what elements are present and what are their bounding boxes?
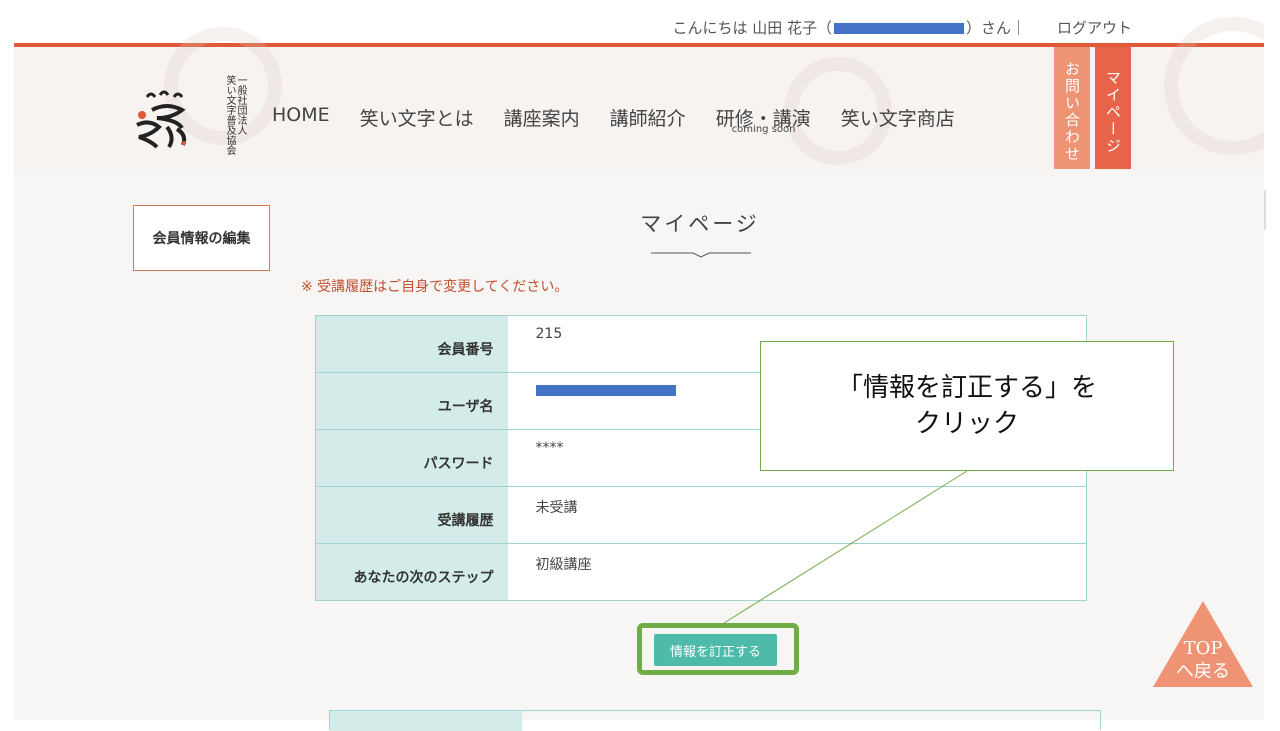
contact-tab[interactable]: お問い合わせ [1054, 47, 1090, 169]
edit-member-button[interactable]: 会員情報の編集 [133, 205, 270, 271]
edit-info-button[interactable]: 情報を訂正する [654, 634, 777, 666]
redacted-email [833, 23, 964, 34]
logo-text-line: 笑い文字普及協会 [224, 75, 235, 155]
title-underline-icon [651, 252, 751, 258]
secondary-table [329, 710, 1101, 731]
instruction-callout: 「情報を訂正する」を クリック [760, 341, 1174, 471]
row-value: 未受講 [507, 486, 1087, 544]
main-nav: HOME 笑い文字とは 講座案内 講師紹介 研修・講演 coming soon … [272, 104, 985, 135]
top-label-line: へ戻る [1176, 661, 1230, 682]
logout-link[interactable]: ログアウト [1057, 17, 1132, 38]
nav-instructors[interactable]: 講師紹介 [610, 104, 686, 131]
secondary-table-label [330, 711, 522, 731]
nav-courses[interactable]: 講座案内 [504, 104, 580, 131]
mypage-tab[interactable]: マイページ [1095, 47, 1131, 169]
back-to-top-label: TOP へ戻る [1153, 637, 1253, 683]
row-label: あなたの次のステップ [315, 543, 508, 601]
logo-text: 一般社団法人 笑い文字普及協会 [212, 75, 246, 155]
nav-about[interactable]: 笑い文字とは [360, 104, 474, 131]
callout-line: 「情報を訂正する」を [836, 373, 1097, 403]
greeting-suffix: ）さん｜ [965, 19, 1026, 37]
row-label: 会員番号 [315, 315, 508, 373]
logo-text-line: 一般社団法人 [235, 75, 246, 135]
top-label-line: TOP [1183, 638, 1223, 659]
row-value: 初級講座 [507, 543, 1087, 601]
site-logo[interactable]: 一般社団法人 笑い文字普及協会 [132, 75, 247, 165]
greeting: こんにちは 山田 花子（ ）さん｜ [672, 17, 1026, 38]
row-label: ユーザ名 [315, 372, 508, 430]
row-label: 受講履歴 [315, 486, 508, 544]
row-label: パスワード [315, 429, 508, 487]
scrollbar[interactable] [1264, 190, 1266, 230]
nav-training-sub: coming soon [731, 124, 796, 135]
nav-shop[interactable]: 笑い文字商店 [841, 104, 955, 131]
nav-training[interactable]: 研修・講演 coming soon [716, 104, 811, 135]
page-title: マイページ [640, 212, 760, 236]
table-row: あなたの次のステップ 初級講座 [315, 543, 1087, 601]
nav-home[interactable]: HOME [272, 104, 330, 131]
logo-mark-icon [136, 90, 187, 149]
table-row: 受講履歴 未受講 [315, 486, 1087, 544]
greeting-prefix: こんにちは 山田 花子（ [672, 19, 832, 37]
redacted-username [535, 385, 676, 396]
callout-line: クリック [914, 409, 1019, 439]
notice-text: ※ 受講履歴はご自身で変更してください。 [301, 279, 569, 295]
